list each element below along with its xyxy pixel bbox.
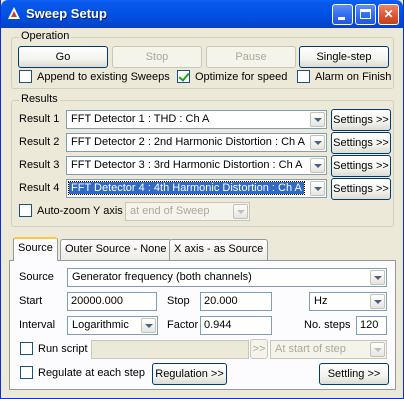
result-1-label: Result 1	[19, 113, 60, 125]
autozoom-when-select[interactable]: at end of Sweep	[125, 202, 250, 221]
close-button[interactable]: ✕	[378, 4, 399, 25]
run-script-checkbox[interactable]	[20, 342, 33, 355]
stop-value: 20.000	[204, 295, 238, 307]
alarm-checkbox[interactable]	[297, 70, 310, 83]
alarm-label: Alarm on Finish	[315, 71, 392, 83]
go-button[interactable]: Go	[18, 46, 108, 68]
pause-button[interactable]: Pause	[206, 46, 296, 68]
result-3-settings-button[interactable]: Settings >>	[331, 155, 391, 177]
autozoom-when-value: at end of Sweep	[130, 205, 210, 217]
start-label: Start	[19, 295, 43, 307]
optimize-checkbox[interactable]	[177, 70, 190, 83]
result-4-value: FFT Detector 4 : 4th Harmonic Distortion…	[68, 181, 305, 195]
regulation-button[interactable]: Regulation >>	[152, 363, 227, 385]
chevron-down-icon[interactable]	[310, 112, 325, 127]
app-icon	[8, 7, 20, 19]
factor-field[interactable]: 0.944	[200, 316, 272, 335]
unit-select[interactable]: Hz	[309, 292, 387, 311]
result-2-select[interactable]: FFT Detector 2 : 2nd Harmonic Distortion…	[66, 133, 327, 152]
steps-label: No. steps	[304, 319, 351, 331]
script-path-field[interactable]	[91, 340, 249, 359]
unit-value: Hz	[314, 295, 328, 307]
chevron-down-icon[interactable]	[310, 181, 325, 196]
minimize-icon	[338, 17, 345, 20]
close-icon: ✕	[383, 7, 394, 21]
factor-label: Factor	[167, 319, 199, 331]
source-select[interactable]: Generator frequency (both channels)	[67, 268, 387, 287]
optimize-label: Optimize for speed	[195, 71, 288, 83]
chevron-down-icon[interactable]	[370, 294, 385, 309]
result-3-label: Result 3	[19, 159, 60, 171]
result-3-value: FFT Detector 3 : 3rd Harmonic Distortion…	[71, 159, 303, 171]
regulate-checkbox[interactable]	[20, 366, 33, 379]
script-when-select[interactable]: At start of step	[270, 340, 387, 359]
source-value: Generator frequency (both channels)	[72, 271, 252, 283]
result-1-select[interactable]: FFT Detector 1 : THD : Ch A	[66, 110, 327, 129]
tab-x-axis[interactable]: X axis - as Source	[169, 239, 269, 260]
append-label: Append to existing Sweeps	[37, 71, 170, 83]
minimize-button[interactable]	[332, 4, 353, 25]
steps-field[interactable]: 120	[356, 316, 387, 335]
result-2-label: Result 2	[19, 136, 60, 148]
stop-label: Stop	[167, 295, 190, 307]
tab-outer-source[interactable]: Outer Source - None	[60, 239, 172, 260]
script-browse-button[interactable]: >>	[250, 339, 268, 359]
script-when-value: At start of step	[275, 343, 346, 355]
tab-source[interactable]: Source	[13, 237, 58, 261]
operation-group-title: Operation	[19, 30, 72, 42]
source-label: Source	[19, 271, 54, 283]
regulate-label: Regulate at each step	[38, 367, 146, 379]
result-2-settings-button[interactable]: Settings >>	[331, 132, 391, 154]
chevron-down-icon[interactable]	[141, 318, 156, 333]
sweep-setup-window: Sweep Setup ✕ Operation Go Stop Pause Si…	[0, 0, 404, 399]
result-4-settings-button[interactable]: Settings >>	[331, 178, 391, 200]
append-checkbox[interactable]	[19, 70, 32, 83]
result-3-select[interactable]: FFT Detector 3 : 3rd Harmonic Distortion…	[66, 156, 327, 175]
results-group-title: Results	[19, 93, 60, 105]
stop-field[interactable]: 20.000	[200, 292, 272, 311]
settling-button[interactable]: Settling >>	[319, 363, 389, 385]
maximize-button[interactable]	[355, 4, 376, 25]
autozoom-label: Auto-zoom Y axis	[37, 205, 123, 217]
chevron-down-icon[interactable]	[310, 158, 325, 173]
run-script-label: Run script	[38, 343, 88, 355]
steps-value: 120	[360, 319, 379, 331]
maximize-icon	[360, 9, 371, 19]
window-title: Sweep Setup	[26, 6, 107, 21]
chevron-down-icon[interactable]	[370, 342, 385, 357]
factor-value: 0.944	[204, 319, 232, 331]
interval-select[interactable]: Logarithmic	[67, 316, 158, 335]
result-1-value: FFT Detector 1 : THD : Ch A	[71, 113, 210, 125]
result-2-value: FFT Detector 2 : 2nd Harmonic Distortion…	[71, 136, 305, 148]
interval-label: Interval	[19, 319, 56, 331]
single-step-button[interactable]: Single-step	[299, 46, 389, 68]
result-1-settings-button[interactable]: Settings >>	[331, 109, 391, 131]
start-value: 20000.000	[71, 295, 123, 307]
title-bar[interactable]: Sweep Setup ✕	[1, 0, 403, 28]
chevron-down-icon[interactable]	[370, 270, 385, 285]
result-4-select[interactable]: FFT Detector 4 : 4th Harmonic Distortion…	[66, 179, 327, 198]
chevron-down-icon[interactable]	[310, 135, 325, 150]
start-field[interactable]: 20000.000	[67, 292, 157, 311]
interval-value: Logarithmic	[72, 319, 129, 331]
stop-button[interactable]: Stop	[112, 46, 202, 68]
chevron-down-icon[interactable]	[233, 204, 248, 219]
autozoom-checkbox[interactable]	[19, 204, 32, 217]
result-4-label: Result 4	[19, 182, 60, 194]
